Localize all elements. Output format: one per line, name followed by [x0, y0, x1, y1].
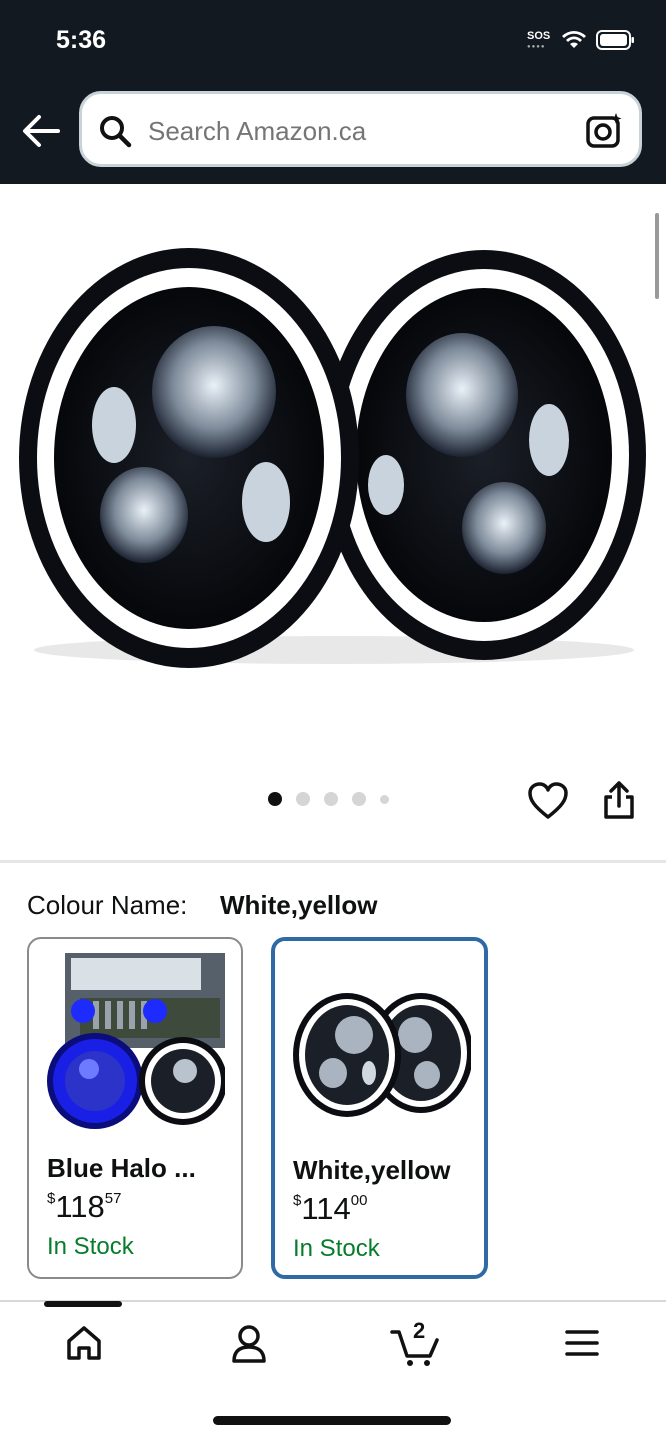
wifi-icon: [562, 31, 586, 48]
option-price: $11857: [47, 1189, 122, 1224]
variation-option-white-yellow[interactable]: White,yellow $11400 In Stock: [271, 937, 488, 1279]
section-divider: [0, 860, 666, 863]
back-arrow-icon[interactable]: [22, 114, 60, 148]
option-name: White,yellow: [293, 1155, 451, 1185]
sos-indicator: SOS ●●●●: [527, 30, 551, 51]
option-thumbnail: [47, 953, 225, 1129]
home-icon[interactable]: [66, 1324, 102, 1362]
carousel-indicator[interactable]: [268, 792, 389, 806]
scrollbar[interactable]: [655, 213, 659, 299]
option-price: $11400: [293, 1191, 368, 1226]
search-bar[interactable]: [79, 91, 642, 167]
menu-icon[interactable]: [565, 1328, 599, 1358]
carousel-dot[interactable]: [268, 792, 282, 806]
status-time: 5:36: [56, 26, 107, 54]
camera-lens-icon[interactable]: [585, 111, 625, 149]
carousel-dot[interactable]: [296, 792, 310, 806]
stock-status: In Stock: [293, 1235, 380, 1262]
headlight-left: [19, 248, 359, 668]
heart-icon[interactable]: [528, 782, 568, 820]
stock-status: In Stock: [47, 1233, 134, 1260]
search-input[interactable]: [148, 116, 568, 147]
home-indicator[interactable]: [213, 1416, 451, 1425]
carousel-dot[interactable]: [380, 794, 389, 804]
option-thumbnail: [293, 993, 471, 1117]
option-name: Blue Halo ...: [47, 1153, 196, 1183]
carousel-dot[interactable]: [324, 792, 338, 806]
carousel-dot[interactable]: [352, 792, 366, 806]
active-tab-indicator: [44, 1301, 122, 1307]
variation-label: Colour Name:: [27, 890, 188, 920]
product-image[interactable]: [14, 240, 654, 670]
top-header: 5:36 SOS ●●●●: [0, 0, 666, 184]
account-icon[interactable]: [231, 1324, 267, 1364]
variation-selected-value: White,yellow: [220, 890, 378, 920]
share-icon[interactable]: [602, 780, 636, 820]
headlight-right: [322, 250, 646, 660]
battery-icon: [596, 30, 634, 50]
cart-count-badge: 2: [413, 1318, 426, 1343]
search-icon: [100, 116, 132, 148]
variation-option-blue-halo[interactable]: Blue Halo ... $11857 In Stock: [27, 937, 243, 1279]
